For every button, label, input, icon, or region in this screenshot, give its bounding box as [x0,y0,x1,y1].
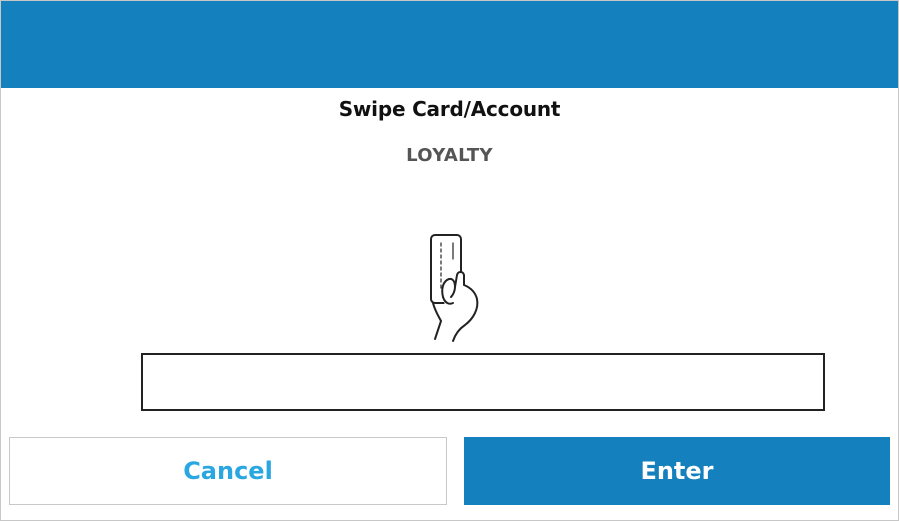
cancel-button[interactable]: Cancel [9,437,447,505]
dialog-title: Swipe Card/Account [338,97,561,121]
account-input[interactable] [141,353,825,411]
card-swipe-hand-icon [430,234,479,342]
enter-button[interactable]: Enter [464,437,890,505]
header-bar [1,1,898,88]
dialog-subtitle: LOYALTY [406,145,493,166]
swipe-card-dialog: Swipe Card/Account LOYALTY Cancel Enter [0,0,899,521]
